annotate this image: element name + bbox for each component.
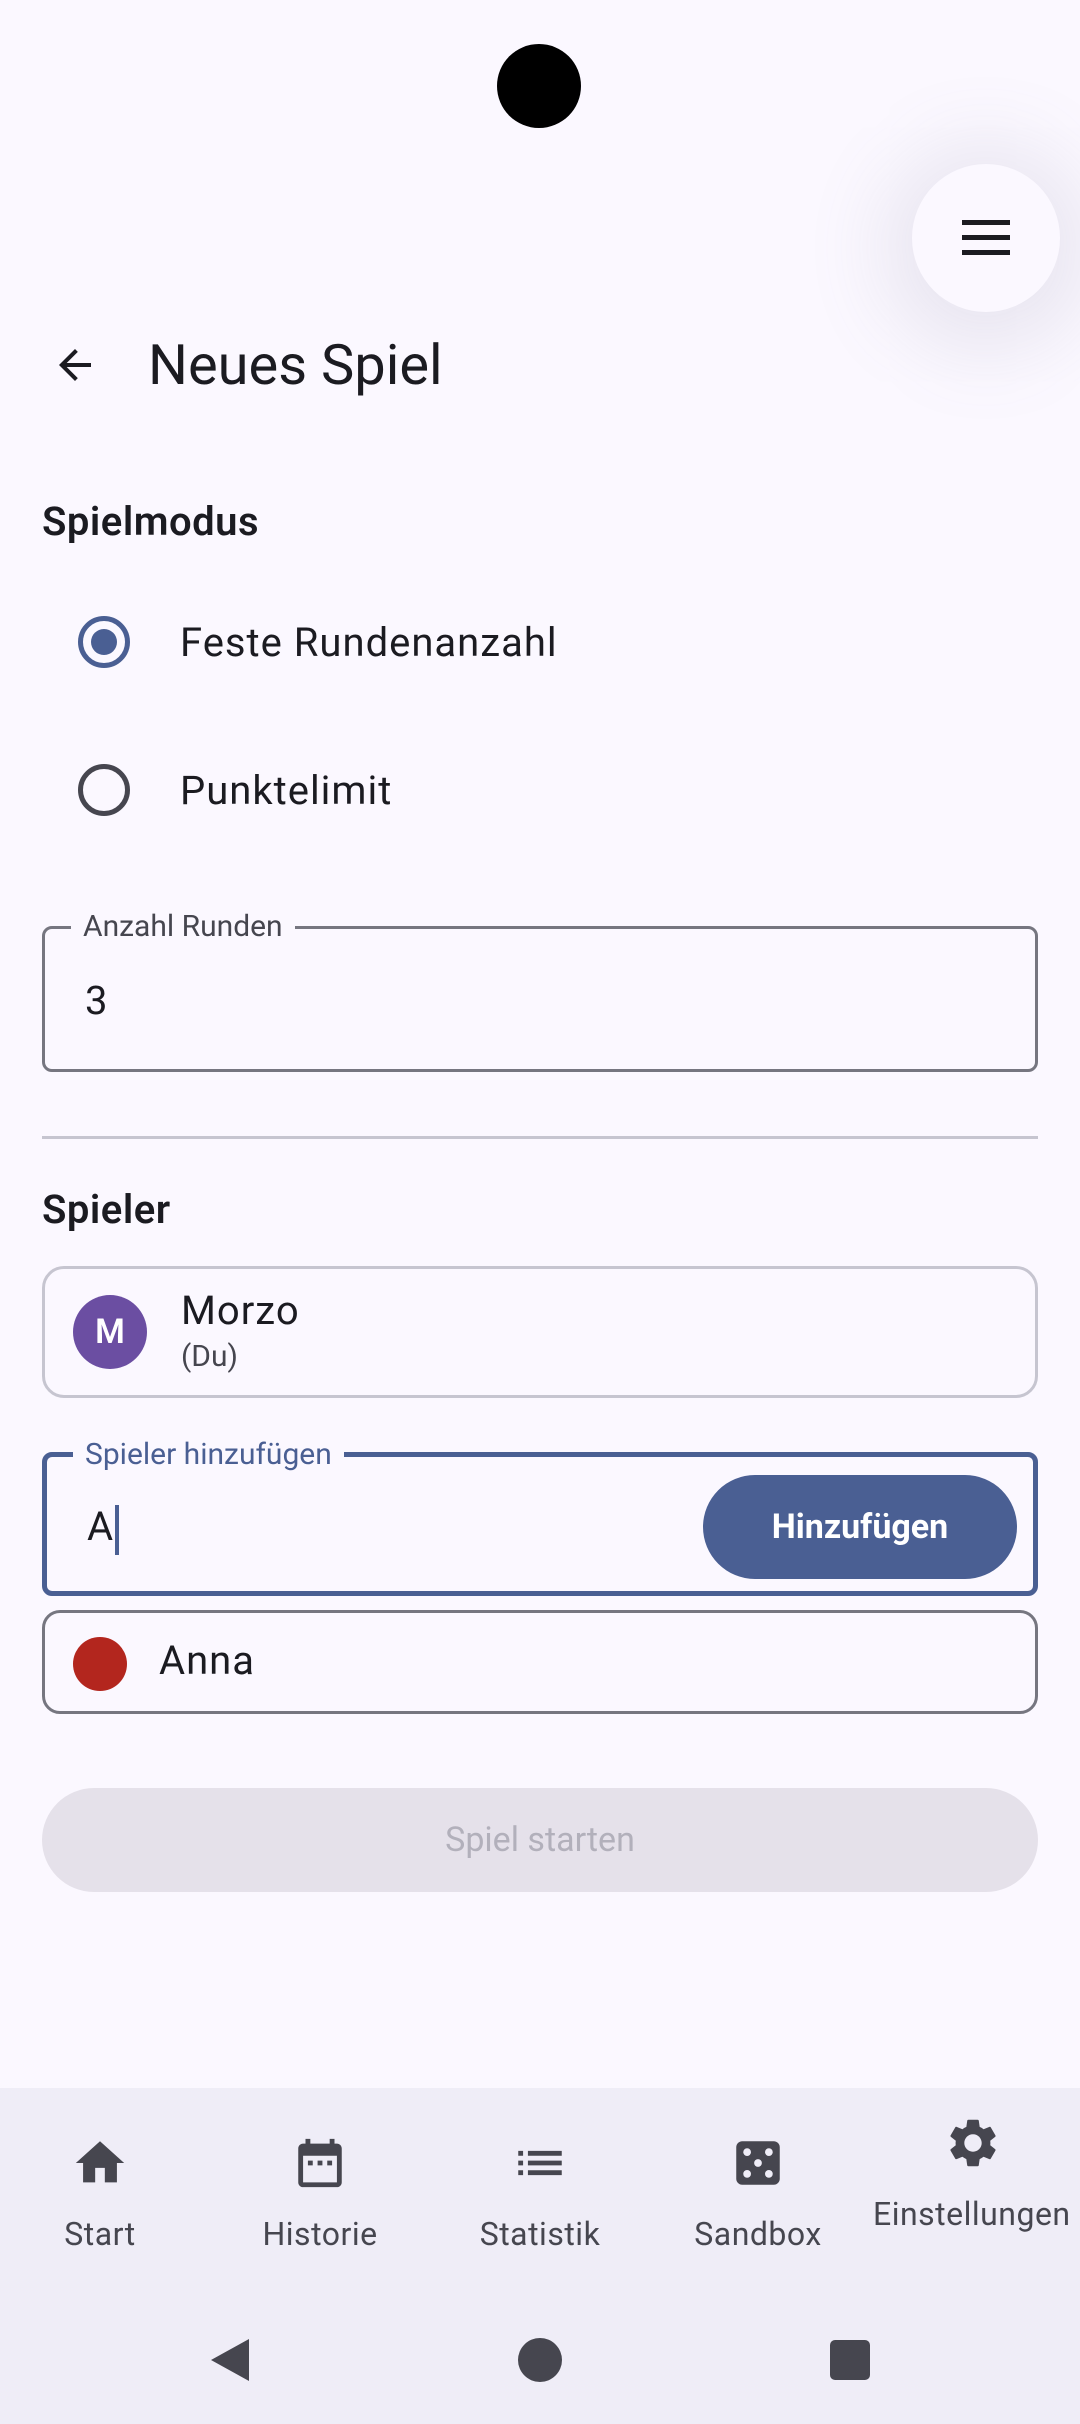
add-player-button[interactable]: Hinzufügen [703,1475,1017,1579]
circle-home-icon [518,2338,562,2382]
nav-item-start[interactable]: Start [0,2128,208,2254]
camera-cutout [497,44,581,128]
system-home-button[interactable] [500,2320,580,2400]
game-mode-heading: Spielmodus [42,498,260,545]
players-heading: Spieler [42,1186,171,1233]
home-icon [75,2141,125,2183]
nav-item-history[interactable]: Historie [212,2128,428,2254]
rounds-input-value: 3 [85,977,108,1024]
player-color-dot [73,1637,127,1691]
start-game-button[interactable]: Spiel starten [42,1788,1038,1892]
radio-button-unselected[interactable] [78,764,130,816]
hamburger-menu-icon [962,220,1010,255]
nav-label-history: Historie [262,2215,378,2253]
radio-option-fixed-rounds[interactable]: Feste Rundenanzahl [78,616,558,668]
nav-item-settings[interactable]: Einstellungen [866,2108,1080,2234]
player-name: Morzo [181,1287,300,1334]
player-suggestion[interactable]: Anna [42,1610,1038,1714]
divider [42,1136,1038,1139]
nav-label-settings: Einstellungen [873,2195,1071,2233]
nav-label-start: Start [64,2215,136,2253]
nav-item-statistics[interactable]: Statistik [432,2128,648,2254]
triangle-back-icon [211,2339,249,2381]
system-recents-button[interactable] [810,2320,890,2400]
add-player-input-value: A [87,1503,114,1550]
radio-label-point-limit: Punktelimit [180,766,393,814]
arrow-back-icon [59,349,91,381]
rounds-input[interactable]: Anzahl Runden 3 [42,909,1038,1072]
add-player-input[interactable]: Spieler hinzufügen A Hinzufügen [42,1437,1038,1596]
square-recents-icon [830,2340,870,2380]
system-back-button[interactable] [190,2320,270,2400]
nav-label-sandbox: Sandbox [694,2215,822,2253]
back-button[interactable] [40,330,110,400]
add-player-input-label: Spieler hinzufügen [73,1437,344,1473]
player-subtitle: (Du) [181,1339,238,1374]
player-card: M Morzo (Du) [42,1266,1038,1398]
radio-option-point-limit[interactable]: Punktelimit [78,764,392,816]
nav-item-sandbox[interactable]: Sandbox [650,2128,866,2254]
page-title: Neues Spiel [148,332,443,398]
nav-label-statistics: Statistik [479,2215,601,2253]
radio-button-selected[interactable] [78,616,130,668]
calendar-icon [298,2138,342,2188]
gear-icon [950,2119,996,2167]
radio-label-fixed-rounds: Feste Rundenanzahl [180,618,558,666]
menu-button[interactable] [912,164,1060,312]
suggestion-name: Anna [159,1637,256,1684]
rounds-input-label: Anzahl Runden [71,909,295,945]
avatar: M [73,1295,147,1369]
text-cursor [115,1505,119,1555]
dice-icon [736,2141,780,2185]
list-icon [518,2150,562,2176]
